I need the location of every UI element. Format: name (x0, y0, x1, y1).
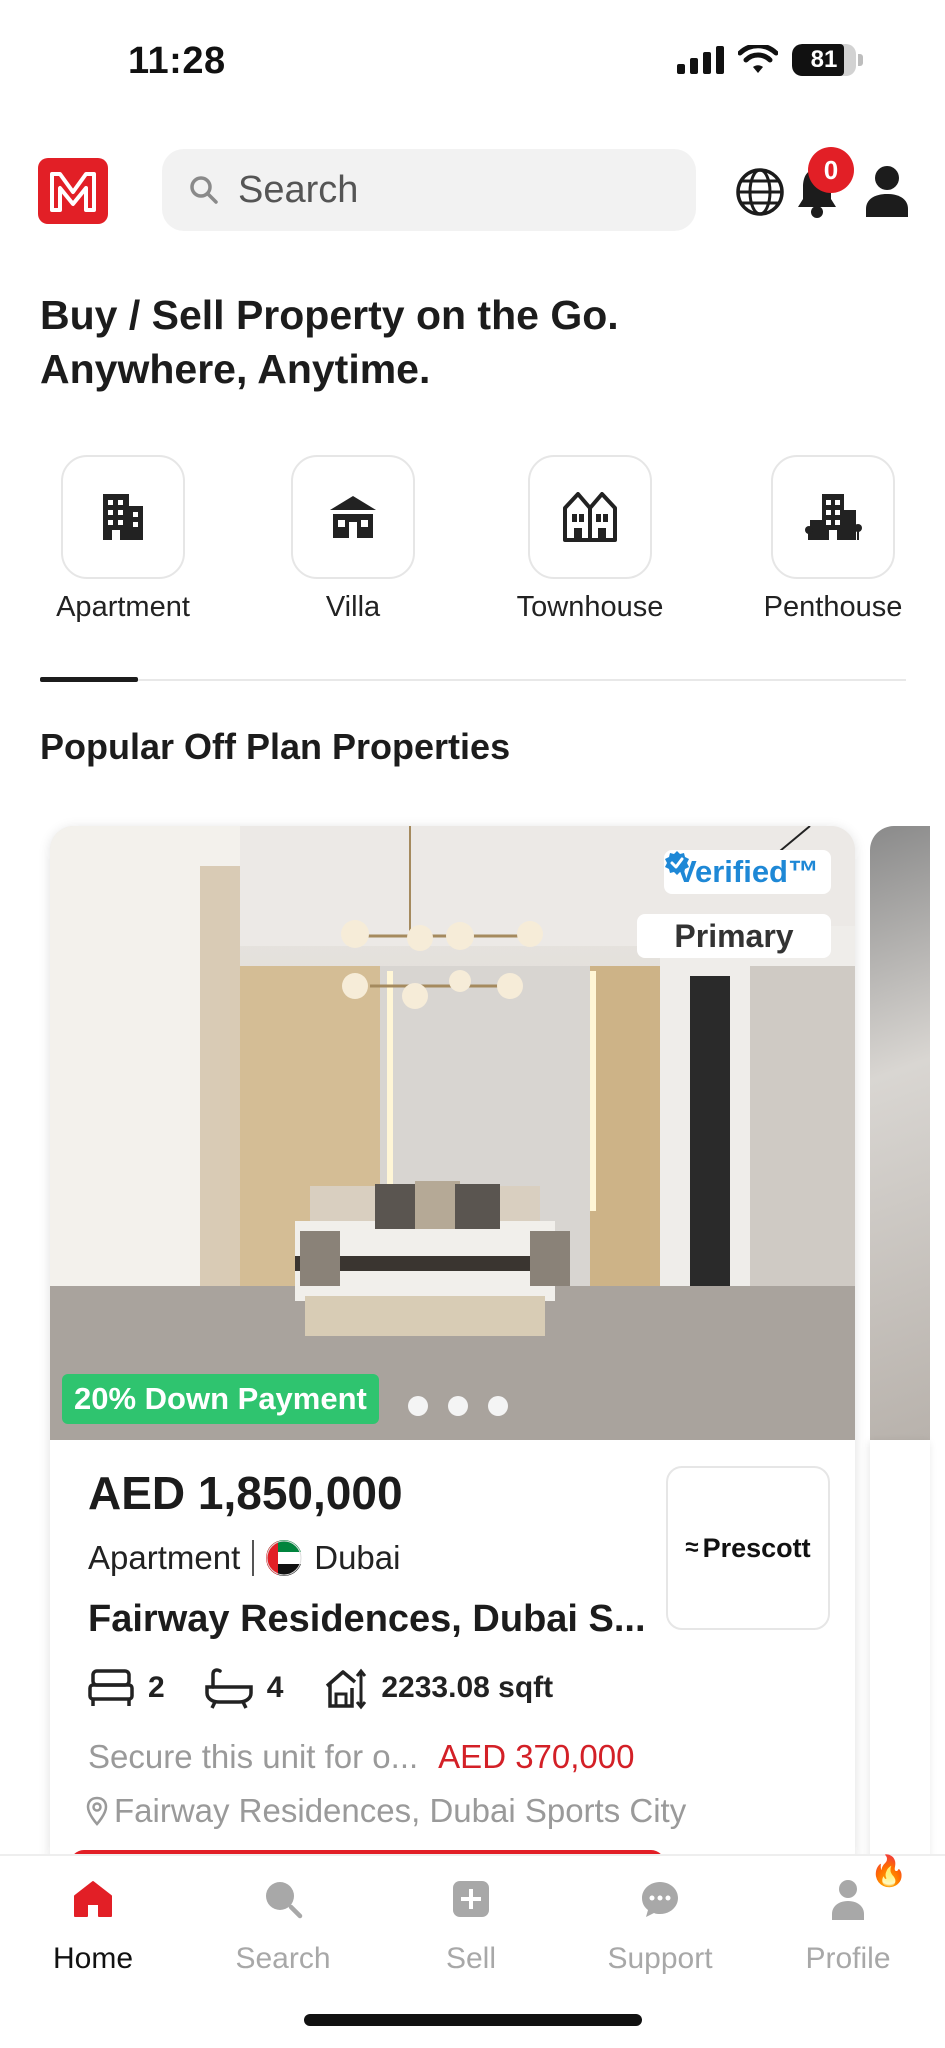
category-scroll-indicator (40, 677, 138, 682)
next-property-card[interactable] (870, 1440, 930, 1876)
secure-unit-line: Secure this unit for o... AED 370,000 (88, 1738, 634, 1776)
carousel-dot[interactable] (488, 1396, 508, 1416)
bedrooms-count: 2 (148, 1671, 165, 1704)
search-bar[interactable] (162, 149, 696, 231)
developer-mark-icon: ≈ (685, 1534, 699, 1561)
bedrooms-feature: 2 (88, 1668, 165, 1708)
property-city: Dubai (314, 1539, 401, 1576)
category-penthouse[interactable]: Penthouse (753, 455, 913, 624)
headline-line-2: Anywhere, Anytime. (40, 346, 431, 392)
category-apartment[interactable]: Apartment (43, 455, 203, 624)
floor-area-icon (326, 1668, 367, 1710)
image-carousel-dots[interactable] (408, 1396, 508, 1416)
notification-count-badge: 0 (808, 147, 854, 193)
category-label: Villa (325, 591, 381, 623)
nav-label: Support (607, 1942, 713, 1975)
user-icon (823, 1874, 873, 1924)
nav-search[interactable]: Search (193, 1874, 373, 1976)
battery-level: 81 (810, 46, 838, 73)
category-label: Penthouse (763, 591, 903, 623)
globe-icon (736, 168, 784, 216)
cellular-signal-icon (677, 46, 724, 74)
penthouse-icon (805, 494, 862, 540)
apartment-building-icon (103, 494, 143, 540)
property-features: 2 4 2233.08 sqft (88, 1666, 593, 1710)
app-logo[interactable] (38, 158, 108, 224)
location-text: Fairway Residences, Dubai Sports City (114, 1792, 687, 1829)
bathrooms-feature: 4 (204, 1667, 284, 1709)
down-payment-badge: 20% Down Payment (62, 1374, 379, 1424)
villa-icon (330, 496, 376, 538)
location-pin-icon (86, 1796, 108, 1826)
bathrooms-count: 4 (266, 1671, 284, 1704)
search-input[interactable] (238, 168, 658, 212)
townhouse-icon (563, 492, 617, 542)
user-icon (866, 166, 908, 217)
nav-profile[interactable]: Profile (758, 1874, 938, 1976)
battery-icon: 81 (792, 44, 856, 76)
nav-support[interactable]: Support (570, 1874, 750, 1976)
meta-divider (252, 1540, 255, 1576)
home-indicator (304, 2014, 642, 2026)
plus-square-icon (446, 1874, 496, 1924)
market-type-badge: Primary (637, 914, 831, 958)
nav-label: Sell (445, 1942, 497, 1975)
property-card[interactable]: Verified™ Primary 20% Down Payment AED 1… (50, 826, 855, 1876)
home-icon (68, 1874, 118, 1924)
category-label: Townhouse (516, 591, 664, 623)
app-header: 0 (0, 145, 945, 235)
developer-name: Prescott (702, 1532, 811, 1563)
category-label: Apartment (56, 591, 190, 623)
carousel-dot[interactable] (448, 1396, 468, 1416)
wifi-icon (738, 45, 778, 73)
property-meta: Apartment Dubai (88, 1539, 400, 1577)
uae-flag-icon (266, 1540, 303, 1576)
category-divider (40, 679, 906, 681)
m-logo-icon (50, 172, 96, 212)
property-image[interactable]: Verified™ Primary 20% Down Payment (50, 826, 855, 1440)
next-property-card-image[interactable] (870, 826, 930, 1440)
status-icons: 81 (677, 44, 863, 76)
bathtub-icon (204, 1668, 253, 1709)
bed-icon (88, 1669, 134, 1706)
chat-bubble-icon (635, 1874, 685, 1924)
search-icon (258, 1874, 308, 1924)
property-type: Apartment (88, 1539, 241, 1576)
nav-label: Profile (805, 1942, 891, 1975)
nav-sell[interactable]: Sell (381, 1874, 561, 1976)
secure-amount: AED 370,000 (438, 1738, 635, 1775)
search-icon (184, 170, 224, 210)
property-name[interactable]: Fairway Residences, Dubai S... (88, 1598, 646, 1641)
nav-home[interactable]: Home (3, 1874, 183, 1976)
developer-logo[interactable]: ≈ Prescott (666, 1466, 830, 1630)
secure-text: Secure this unit for o... (88, 1738, 419, 1775)
language-button[interactable] (735, 167, 785, 217)
area-feature: 2233.08 sqft (323, 1666, 553, 1710)
property-price: AED 1,850,000 (88, 1467, 403, 1519)
status-bar: 11:28 81 (0, 0, 945, 120)
headline-line-1: Buy / Sell Property on the Go. (40, 292, 619, 338)
fire-icon: 🔥 (870, 1855, 908, 1888)
verified-check-icon (665, 851, 689, 875)
category-villa[interactable]: Villa (273, 455, 433, 624)
page-headline: Buy / Sell Property on the Go. Anywhere,… (40, 288, 900, 396)
carousel-dot[interactable] (408, 1396, 428, 1416)
verified-label: Verified™ (676, 854, 819, 889)
category-townhouse[interactable]: Townhouse (510, 455, 670, 624)
section-title: Popular Off Plan Properties (40, 726, 511, 767)
property-location: Fairway Residences, Dubai Sports City (86, 1792, 686, 1830)
profile-button[interactable] (864, 165, 910, 217)
status-time: 11:28 (128, 40, 226, 82)
area-value: 2233.08 sqft (381, 1671, 554, 1704)
nav-label: Home (52, 1942, 134, 1975)
verified-badge: Verified™ (664, 850, 831, 894)
nav-label: Search (235, 1942, 331, 1975)
